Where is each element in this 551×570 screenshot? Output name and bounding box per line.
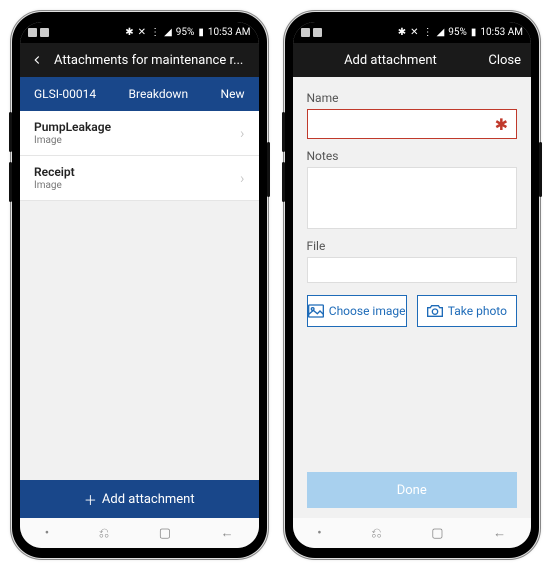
wifi-icon: ⋮ (423, 27, 433, 38)
page-title: Attachments for maintenance r... (54, 53, 249, 68)
record-type: Breakdown (129, 87, 189, 101)
record-status: New (221, 87, 245, 101)
record-id: GLSI-00014 (34, 87, 96, 101)
notification-icon (28, 28, 37, 37)
back-icon[interactable] (30, 53, 44, 67)
done-label: Done (397, 483, 427, 498)
plus-icon: ＋ (84, 490, 97, 509)
signal-icon: ◢ (164, 27, 172, 38)
add-attachment-label: Add attachment (102, 492, 195, 507)
notification-icon (40, 28, 49, 37)
signal-icon: ◢ (437, 27, 445, 38)
choose-image-button[interactable]: Choose image (307, 295, 407, 327)
wifi-icon: ⋮ (150, 27, 160, 38)
softkey-home[interactable]: ▢ (159, 526, 171, 541)
softkey-dot[interactable]: • (317, 526, 321, 541)
attachment-subtitle: Image (34, 180, 75, 191)
bluetooth-icon: ✱ (398, 27, 406, 38)
softkey-bar: • ⎌ ▢ ← (20, 518, 259, 548)
phone-right: ✱ ✕ ⋮ ◢ 95% ▮ 10:53 AM Add attachment Cl… (285, 12, 540, 558)
softkey-back[interactable]: ← (221, 525, 234, 541)
phone-left: ✱ ✕ ⋮ ◢ 95% ▮ 10:53 AM Attachments for m… (12, 12, 267, 558)
status-bar: ✱ ✕ ⋮ ◢ 95% ▮ 10:53 AM (293, 22, 532, 43)
notification-icon (301, 28, 310, 37)
mute-icon: ✕ (410, 27, 418, 38)
softkey-dot[interactable]: • (45, 526, 49, 541)
take-photo-button[interactable]: Take photo (417, 295, 517, 327)
status-bar: ✱ ✕ ⋮ ◢ 95% ▮ 10:53 AM (20, 22, 259, 43)
name-label: Name (307, 91, 518, 105)
battery-icon: ▮ (198, 27, 204, 38)
battery-text: 95% (448, 27, 467, 38)
softkey-back[interactable]: ← (493, 525, 506, 541)
battery-icon: ▮ (471, 27, 477, 38)
attachments-list[interactable]: PumpLeakage Image › Receipt Image › (20, 111, 259, 480)
record-info-bar: GLSI-00014 Breakdown New (20, 77, 259, 111)
softkey-home[interactable]: ▢ (431, 526, 443, 541)
done-button[interactable]: Done (307, 472, 518, 508)
file-input[interactable] (307, 257, 518, 283)
notes-label: Notes (307, 149, 518, 163)
required-icon: ✱ (495, 115, 508, 134)
attachment-subtitle: Image (34, 135, 111, 146)
notes-input[interactable] (307, 167, 518, 229)
battery-text: 95% (176, 27, 195, 38)
clock-text: 10:53 AM (208, 27, 251, 38)
take-photo-label: Take photo (448, 304, 507, 318)
nav-bar: Attachments for maintenance r... (20, 43, 259, 77)
name-input[interactable]: ✱ (307, 109, 518, 139)
add-attachment-form: Name ✱ Notes File Choose image (293, 77, 532, 518)
choose-image-label: Choose image (329, 304, 406, 318)
attachment-title: Receipt (34, 165, 75, 179)
screen-left: ✱ ✕ ⋮ ◢ 95% ▮ 10:53 AM Attachments for m… (20, 22, 259, 548)
nav-bar: Add attachment Close (293, 43, 532, 77)
image-icon (308, 304, 324, 318)
list-item[interactable]: PumpLeakage Image › (20, 111, 259, 156)
mute-icon: ✕ (138, 27, 146, 38)
softkey-recents[interactable]: ⎌ (99, 526, 109, 541)
softkey-recents[interactable]: ⎌ (371, 526, 381, 541)
close-button[interactable]: Close (488, 53, 521, 68)
add-attachment-button[interactable]: ＋ Add attachment (20, 480, 259, 518)
notification-icon (313, 28, 322, 37)
bluetooth-icon: ✱ (125, 27, 133, 38)
chevron-right-icon: › (240, 169, 244, 187)
file-label: File (307, 239, 518, 253)
page-title: Add attachment (303, 53, 479, 68)
list-item[interactable]: Receipt Image › (20, 156, 259, 201)
clock-text: 10:53 AM (480, 27, 523, 38)
camera-icon (427, 304, 443, 318)
attachment-title: PumpLeakage (34, 120, 111, 134)
softkey-bar: • ⎌ ▢ ← (293, 518, 532, 548)
screen-right: ✱ ✕ ⋮ ◢ 95% ▮ 10:53 AM Add attachment Cl… (293, 22, 532, 548)
chevron-right-icon: › (240, 124, 244, 142)
